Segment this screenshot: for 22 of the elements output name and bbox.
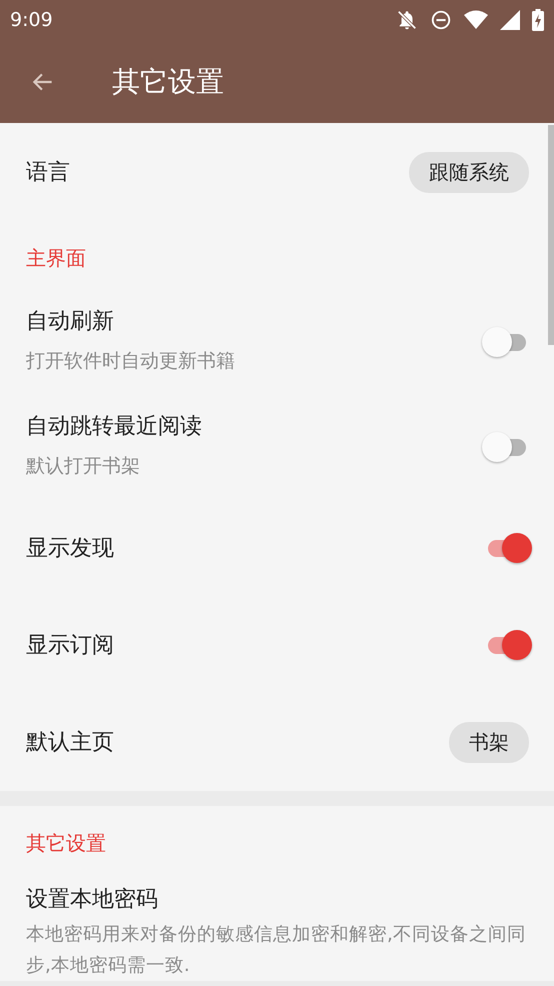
preference-title: 默认主页	[26, 729, 114, 757]
do-not-disturb-icon	[430, 9, 452, 31]
bell-off-icon	[396, 9, 418, 31]
toolbar-title: 其它设置	[112, 64, 224, 100]
preference-title: 自动刷新	[26, 308, 115, 336]
category-header: 主界面	[25, 245, 87, 272]
wifi-icon	[464, 9, 488, 31]
value-chip[interactable]: 书架	[449, 722, 529, 762]
category-header: 其它设置	[25, 830, 107, 857]
preference-summary: 本地密码用来对备份的敏感信息加密和解密,不同设备之间同步,本地密码需一致.	[26, 923, 527, 978]
preference-title: 自动跳转最近阅读	[26, 412, 202, 441]
preference-title: 语言	[26, 159, 70, 187]
preference-summary: 默认打开书架	[26, 454, 141, 479]
value-chip[interactable]: 跟随系统	[409, 152, 529, 192]
signal-icon	[500, 10, 520, 30]
battery-icon	[532, 9, 544, 31]
preference-title: 设置本地密码	[26, 886, 158, 914]
preference-title: 显示发现	[26, 534, 114, 562]
status-time: 9:09	[10, 9, 53, 31]
preference-summary: 打开软件时自动更新书籍	[26, 348, 235, 374]
scrollbar[interactable]	[548, 125, 554, 345]
preference-title: 显示订阅	[26, 632, 114, 660]
